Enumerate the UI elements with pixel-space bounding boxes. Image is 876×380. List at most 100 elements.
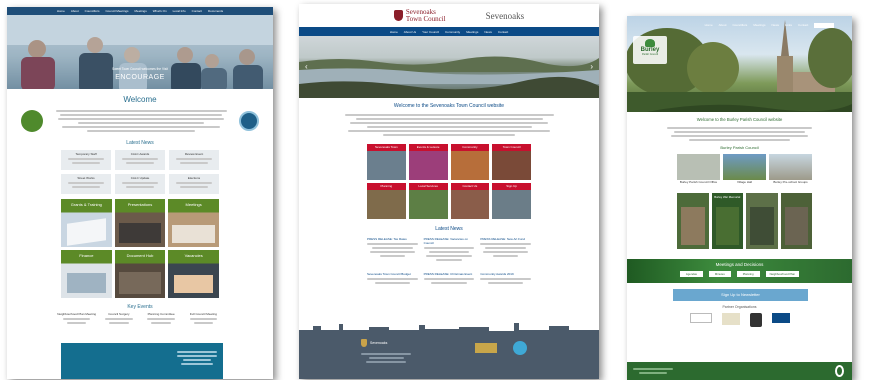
news-card[interactable]: PRESS RELEASE: Vacancies on Council	[423, 237, 475, 267]
news-title: Temporary Staff	[75, 152, 97, 156]
event-item[interactable]: Full Council Meeting	[184, 312, 223, 326]
news-card[interactable]: CALC Update	[115, 174, 165, 194]
news-card[interactable]: PRESS RELEASE: Christmas Event	[423, 272, 475, 300]
minutes-button[interactable]: Minutes	[708, 271, 731, 277]
news-card[interactable]: CALC Awards	[115, 150, 165, 170]
tile-events-leisure[interactable]: Events & Leisure	[408, 144, 448, 180]
tile-planning[interactable]: Planning	[367, 183, 406, 219]
nav-item[interactable]: About	[71, 9, 79, 13]
news-card[interactable]: PRESS RELEASE: New Art Fund	[480, 237, 531, 267]
news-title: CALC Awards	[130, 152, 150, 156]
event-item[interactable]: Council Surgery	[99, 312, 138, 326]
nav-item[interactable]: Your Council	[422, 30, 439, 34]
partner-logo	[749, 313, 762, 327]
slider-next-icon[interactable]: ›	[590, 62, 593, 71]
brand-line-2: Town Council	[405, 14, 446, 23]
nav-item[interactable]: About Us	[404, 30, 416, 34]
tile-grants-training[interactable]: Grants & Training	[61, 199, 112, 247]
nav-item[interactable]: Home	[705, 23, 713, 27]
nav-item[interactable]: Meetings	[135, 9, 147, 13]
nav-item[interactable]: Contact	[192, 9, 202, 13]
nav-item[interactable]: Councillors	[85, 9, 100, 13]
screenshot-collage: Home About Councillors Council Meetings …	[0, 0, 876, 380]
news-card[interactable]: Street Works	[61, 174, 111, 194]
search-input[interactable]	[814, 22, 835, 28]
slider-prev-icon[interactable]: ‹	[305, 62, 308, 71]
nav-item[interactable]: Community	[445, 30, 460, 34]
nav-item[interactable]: About	[719, 23, 727, 27]
skyline-silhouette	[299, 323, 599, 335]
partner-logo	[513, 341, 527, 355]
grid-item[interactable]	[746, 193, 778, 249]
hero-title: ENCOURAGE	[115, 74, 165, 81]
nav-item[interactable]: Local Info	[173, 9, 186, 13]
footer-crest-icon	[361, 339, 367, 347]
grid-item[interactable]: Burley Parish Council Office	[677, 154, 720, 190]
nav-item[interactable]: News	[484, 30, 492, 34]
news-title: Review Event	[184, 152, 204, 156]
town-crest-icon	[393, 10, 403, 21]
news-card[interactable]: Review Event	[169, 150, 219, 170]
nav-item[interactable]: Meetings	[466, 30, 478, 34]
planning-button[interactable]: Planning	[736, 271, 760, 277]
site3-nav: Home About Councillors Meetings News Lin…	[687, 21, 852, 29]
tile-town-council[interactable]: Town Council	[492, 144, 531, 180]
newsletter-signup-button[interactable]: Sign Up to Newsletter	[673, 289, 808, 301]
grid-item[interactable]	[677, 193, 709, 249]
welcome-heading: Welcome	[123, 95, 157, 104]
tile-document-hub[interactable]: Document Hub	[114, 250, 166, 298]
news-title: CALC Update	[130, 176, 150, 180]
neighbourhood-plan-button[interactable]: Neighbourhood Plan	[765, 271, 800, 277]
tile-sevenoaks-town[interactable]: Sevenoaks Town	[367, 144, 406, 180]
website-2-screenshot: Sevenoaks Town Council Sevenoaks Home Ab…	[299, 4, 599, 379]
footer-brand: Sevenoaks	[370, 341, 388, 345]
tile-vacancies[interactable]: Vacancies	[168, 250, 219, 298]
site3-logo: Burley Parish Council	[633, 36, 667, 64]
nav-item[interactable]: Links	[785, 23, 792, 27]
website-3-screenshot: Home About Councillors Meetings News Lin…	[627, 16, 852, 380]
nav-item[interactable]: Councillors	[732, 23, 747, 27]
news-card[interactable]: Temporary Staff	[61, 150, 111, 170]
news-card[interactable]: Elections	[169, 174, 219, 194]
website-1-screenshot: Home About Councillors Council Meetings …	[7, 7, 273, 379]
nav-item[interactable]: Documents	[208, 9, 223, 13]
site2-footer: Sevenoaks	[299, 323, 599, 379]
nav-item[interactable]: Home	[57, 9, 65, 13]
news-card[interactable]: PRESS RELEASE: Tax Rates	[367, 237, 418, 267]
nav-item[interactable]: News	[772, 23, 780, 27]
grid-item[interactable]	[780, 193, 812, 249]
logo-tree-icon	[645, 39, 655, 47]
partner-logo	[771, 313, 790, 323]
tile-community[interactable]: Community	[450, 144, 490, 180]
agendas-button[interactable]: Agendas	[679, 271, 703, 277]
news-card[interactable]: Sevenoaks Town Council Budget	[367, 272, 418, 300]
hero-subtitle: Sweet Town Council welcomes the Visit	[112, 67, 168, 71]
nav-item[interactable]: Council Meetings	[106, 9, 129, 13]
tile-contact-us[interactable]: Contact Us	[450, 183, 490, 219]
site3-footer	[627, 362, 852, 380]
event-item[interactable]: Planning Committee	[142, 312, 181, 326]
partners-heading: Partner Organisations	[722, 305, 757, 309]
site2-header: Sevenoaks Town Council Sevenoaks	[299, 4, 599, 27]
site1-hero-banner: Sweet Town Council welcomes the Visit EN…	[7, 15, 273, 89]
event-item[interactable]: Neighbourhood Plan Meeting	[57, 312, 96, 326]
grid-item[interactable]: Burley Pre-school Groups	[769, 154, 812, 190]
nav-item[interactable]: Contact	[498, 30, 508, 34]
tile-sign-up[interactable]: Sign Up	[492, 183, 531, 219]
news-card[interactable]: Community Awards 2019	[480, 272, 531, 300]
site3-hero: Home About Councillors Meetings News Lin…	[627, 16, 852, 112]
footer-logo-icon	[835, 365, 844, 377]
nav-item[interactable]: What's On	[153, 9, 167, 13]
nav-item[interactable]: Meetings	[753, 23, 765, 27]
tile-meetings[interactable]: Meetings	[168, 199, 219, 247]
tile-presentations[interactable]: Presentations	[114, 199, 166, 247]
meetings-heading: Meetings and Decisions	[715, 262, 764, 267]
grid-item[interactable]: Village Hall	[723, 154, 766, 190]
tile-finance[interactable]: Finance	[61, 250, 112, 298]
nav-item[interactable]: Contact	[798, 23, 808, 27]
lake-photo	[299, 56, 599, 98]
grid-item[interactable]: Burley War Memorial	[711, 193, 743, 249]
site1-footer	[61, 343, 223, 379]
nav-item[interactable]: Home	[390, 30, 398, 34]
tile-local-services[interactable]: Local Services	[408, 183, 448, 219]
